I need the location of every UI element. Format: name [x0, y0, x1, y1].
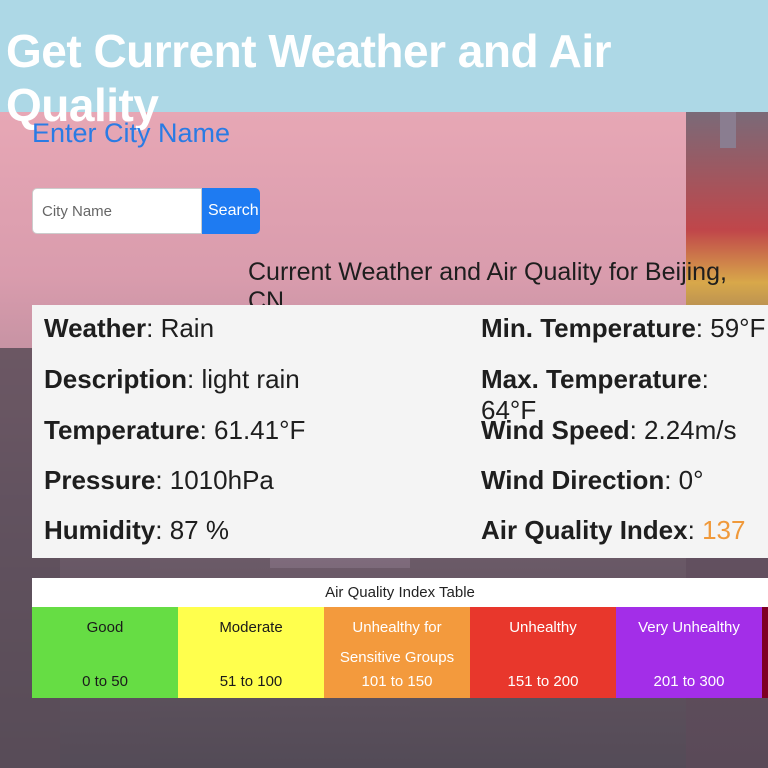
aqi-cell-range: 201 to 300: [653, 673, 725, 690]
weather-row: Weather: Rain: [44, 313, 215, 343]
wind-direction-row: Wind Direction: 0°: [481, 465, 704, 495]
aqi-cell-range: 0 to 50: [82, 673, 128, 690]
aqi-cell-very-unhealthy: Very Unhealthy 201 to 300: [616, 607, 762, 698]
aqi-cell-label: Very Unhealthy: [638, 619, 740, 636]
page-title: Get Current Weather and Air Quality: [6, 25, 612, 131]
aqi-value: 137: [702, 515, 746, 545]
page-header: Get Current Weather and Air Quality: [0, 0, 768, 131]
wind-speed-value: 2.24m/s: [644, 415, 737, 445]
humidity-key: Humidity: [44, 515, 156, 545]
description-value: light rain: [201, 364, 300, 394]
aqi-cell-range: 51 to 100: [219, 673, 283, 690]
temperature-row: Temperature: 61.41°F: [44, 415, 306, 445]
pressure-row: Pressure: 1010hPa: [44, 465, 274, 495]
wind-direction-value: 0°: [678, 465, 704, 495]
weather-value: Rain: [160, 313, 215, 343]
max-temperature-key: Max. Temperature: [481, 364, 702, 394]
temperature-key: Temperature: [44, 415, 200, 445]
aqi-table: Air Quality Index Table Good 0 to 50 Mod…: [32, 578, 768, 698]
min-temperature-key: Min. Temperature: [481, 313, 696, 343]
aqi-table-caption: Air Quality Index Table: [32, 578, 768, 607]
aqi-cell-good: Good 0 to 50: [32, 607, 178, 698]
city-label: Enter City Name: [32, 118, 231, 148]
aqi-cell-hazardous-partial: [762, 607, 768, 698]
wind-speed-key: Wind Speed: [481, 415, 630, 445]
aqi-cell-unhealthy: Unhealthy 151 to 200: [470, 607, 616, 698]
aqi-cell-range: 151 to 200: [507, 673, 579, 690]
aqi-cell-sensitive: Unhealthy for Sensitive Groups 101 to 15…: [324, 607, 470, 698]
aqi-cell-label: Unhealthy: [509, 619, 577, 636]
pressure-key: Pressure: [44, 465, 156, 495]
min-temperature-value: 59°F: [710, 313, 766, 343]
wind-speed-row: Wind Speed: 2.24m/s: [481, 415, 737, 445]
aqi-cell-label: Good: [86, 619, 124, 636]
humidity-row: Humidity: 87 %: [44, 515, 229, 545]
wind-direction-key: Wind Direction: [481, 465, 665, 495]
weather-key: Weather: [44, 313, 147, 343]
aqi-cell-moderate: Moderate 51 to 100: [178, 607, 324, 698]
aqi-cell-label: Unhealthy for Sensitive Groups: [339, 619, 455, 666]
description-key: Description: [44, 364, 188, 394]
humidity-value: 87 %: [169, 515, 229, 545]
aqi-cell-label: Moderate: [219, 619, 283, 636]
temperature-value: 61.41°F: [214, 415, 306, 445]
description-row: Description: light rain: [44, 364, 300, 394]
pressure-value: 1010hPa: [169, 465, 274, 495]
min-temperature-row: Min. Temperature: 59°F: [481, 313, 766, 343]
aqi-cell-range: 101 to 150: [361, 673, 433, 690]
aqi-row: Air Quality Index: 137: [481, 515, 746, 545]
search-button[interactable]: Search: [202, 188, 260, 234]
weather-panel: Weather: Rain Description: light rain Te…: [32, 305, 768, 558]
aqi-key: Air Quality Index: [481, 515, 688, 545]
city-search-input[interactable]: [32, 188, 202, 234]
